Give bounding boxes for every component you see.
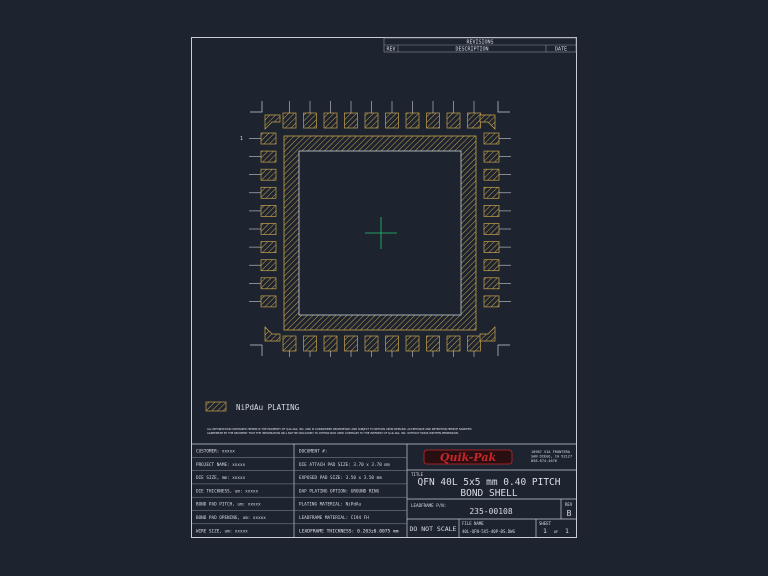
- lead-right-6: [483, 223, 500, 235]
- lead-left-4: [260, 186, 277, 199]
- lead-right-5: [483, 205, 500, 217]
- file-name-label: FILE NAME: [462, 521, 484, 526]
- field-left-4: DIE THICKNESS, um: xxxxx: [196, 488, 258, 494]
- lead-bottom-1: [282, 335, 297, 352]
- lead-left-1: [260, 132, 277, 145]
- field-mid-4: DAP PLATING OPTION: GROUND RING: [299, 488, 380, 494]
- rev-value: B: [567, 509, 572, 518]
- lead-left-9: [260, 277, 277, 290]
- legend-label: NiPdAu PLATING: [236, 403, 300, 412]
- lead-right-4: [483, 186, 500, 199]
- sheet-number: 1: [543, 527, 547, 535]
- lead-right-7: [483, 241, 500, 253]
- lead-top-2: [303, 112, 317, 129]
- drawing-canvas: REVISIONS REV DESCRIPTION DATE 1 NiPdAu …: [191, 37, 577, 538]
- pin1-marker: 1: [240, 136, 243, 142]
- lead-bottom-4: [344, 335, 358, 352]
- lead-top-8: [426, 112, 440, 129]
- drawing-title-line1: QFN 40L 5x5 mm 0.40 PITCH: [418, 477, 561, 488]
- lead-right-1: [483, 132, 500, 145]
- company-address1: 10987 VIA FRONTERA: [531, 450, 571, 454]
- lead-bottom-9: [446, 335, 461, 352]
- drawing-title-line2: BOND SHELL: [460, 488, 517, 499]
- lead-right-3: [483, 168, 500, 181]
- field-left-7: WIRE SIZE, um: xxxxx: [196, 528, 248, 534]
- lead-left-6: [260, 223, 277, 235]
- lead-top-7: [405, 112, 420, 129]
- proprietary-notice-line1: ALL INFORMATION CONTAINED HEREIN IS THE …: [207, 427, 472, 431]
- lead-top-4: [344, 112, 358, 129]
- lead-left-5: [260, 205, 277, 217]
- lead-top-1: [282, 112, 297, 129]
- field-left-2: PROJECT NAME: xxxxx: [196, 462, 246, 468]
- lead-top-6: [385, 112, 399, 129]
- leads-right: [483, 132, 511, 308]
- field-mid-1: DOCUMENT #:: [299, 449, 327, 455]
- revisions-title: REVISIONS: [466, 40, 493, 46]
- company-logo: Quik-Pak: [423, 449, 513, 465]
- field-left-3: DIE SIZE, mm: xxxxx: [196, 475, 246, 481]
- do-not-scale: DO NOT SCALE: [410, 525, 457, 533]
- field-mid-3: EXPOSED PAD SIZE: 3.50 x 3.50 mm: [299, 475, 382, 481]
- fields-left: CUSTOMER: xxxxx PROJECT NAME: xxxxx DIE SI…: [196, 449, 266, 535]
- sheet-of: OF: [554, 529, 559, 534]
- lead-left-10: [260, 295, 277, 308]
- lead-bottom-10: [467, 335, 481, 352]
- leads-top: [282, 101, 481, 129]
- lead-bottom-5: [364, 335, 379, 352]
- leads-left: [249, 132, 277, 308]
- revisions-col-description: DESCRIPTION: [455, 47, 488, 53]
- rev-label: REV: [565, 502, 573, 507]
- lead-right-2: [483, 150, 500, 163]
- revisions-col-rev: REV: [386, 47, 395, 53]
- lead-left-8: [260, 259, 277, 272]
- company-phone: 858-674-4676: [531, 459, 557, 463]
- revisions-col-date: DATE: [555, 47, 567, 53]
- lead-right-8: [483, 259, 500, 272]
- leadframe-pn: 235-00108: [469, 507, 513, 516]
- lead-right-10: [483, 295, 500, 308]
- lead-left-7: [260, 241, 277, 253]
- field-mid-7: LEADFRAME THICKNESS: 0.203±0.0075 mm: [299, 528, 399, 534]
- field-mid-5: PLATING MATERIAL: NiPdAu: [299, 502, 361, 508]
- lead-bottom-2: [303, 335, 317, 352]
- sheet-total: 1: [565, 527, 569, 535]
- file-name: 40L-QFN-5X5-40P-BS.DWG: [462, 529, 516, 534]
- legend-swatch: [205, 401, 227, 412]
- lead-left-3: [260, 168, 277, 181]
- lead-bottom-3: [323, 335, 338, 352]
- sheet-label: SHEET: [539, 521, 552, 526]
- lead-bottom-6: [385, 335, 399, 352]
- lead-bottom-8: [426, 335, 440, 352]
- field-mid-2: DIE ATTACH PAD SIZE: 3.70 x 3.70 mm: [299, 462, 390, 468]
- company-logo-text: Quik-Pak: [440, 451, 497, 464]
- field-mid-6: LEADFRAME MATERIAL: C194 FH: [299, 515, 369, 521]
- leadframe-pn-label: LEADFRAME P/N:: [411, 503, 446, 508]
- lead-top-3: [323, 112, 338, 129]
- lead-top-5: [364, 112, 379, 129]
- lead-right-9: [483, 277, 500, 290]
- proprietary-notice-line2: AGREEMENT BY THE RECIPIENT THAT THE INFO…: [207, 431, 459, 435]
- company-address2: SAN DIEGO, CA 92127: [531, 455, 572, 459]
- field-left-5: BOND PAD PITCH, um: xxxxx: [196, 502, 261, 508]
- lead-top-9: [446, 112, 461, 129]
- lead-bottom-7: [405, 335, 420, 352]
- field-left-6: BOND PAD OPENING, um: xxxxx: [196, 515, 266, 521]
- fields-mid: DOCUMENT #: DIE ATTACH PAD SIZE: 3.70 x 3…: [299, 449, 399, 535]
- lead-top-10: [467, 112, 481, 129]
- field-left-1: CUSTOMER: xxxxx: [196, 449, 235, 455]
- lead-left-2: [260, 150, 277, 163]
- leads-bottom: [282, 335, 481, 357]
